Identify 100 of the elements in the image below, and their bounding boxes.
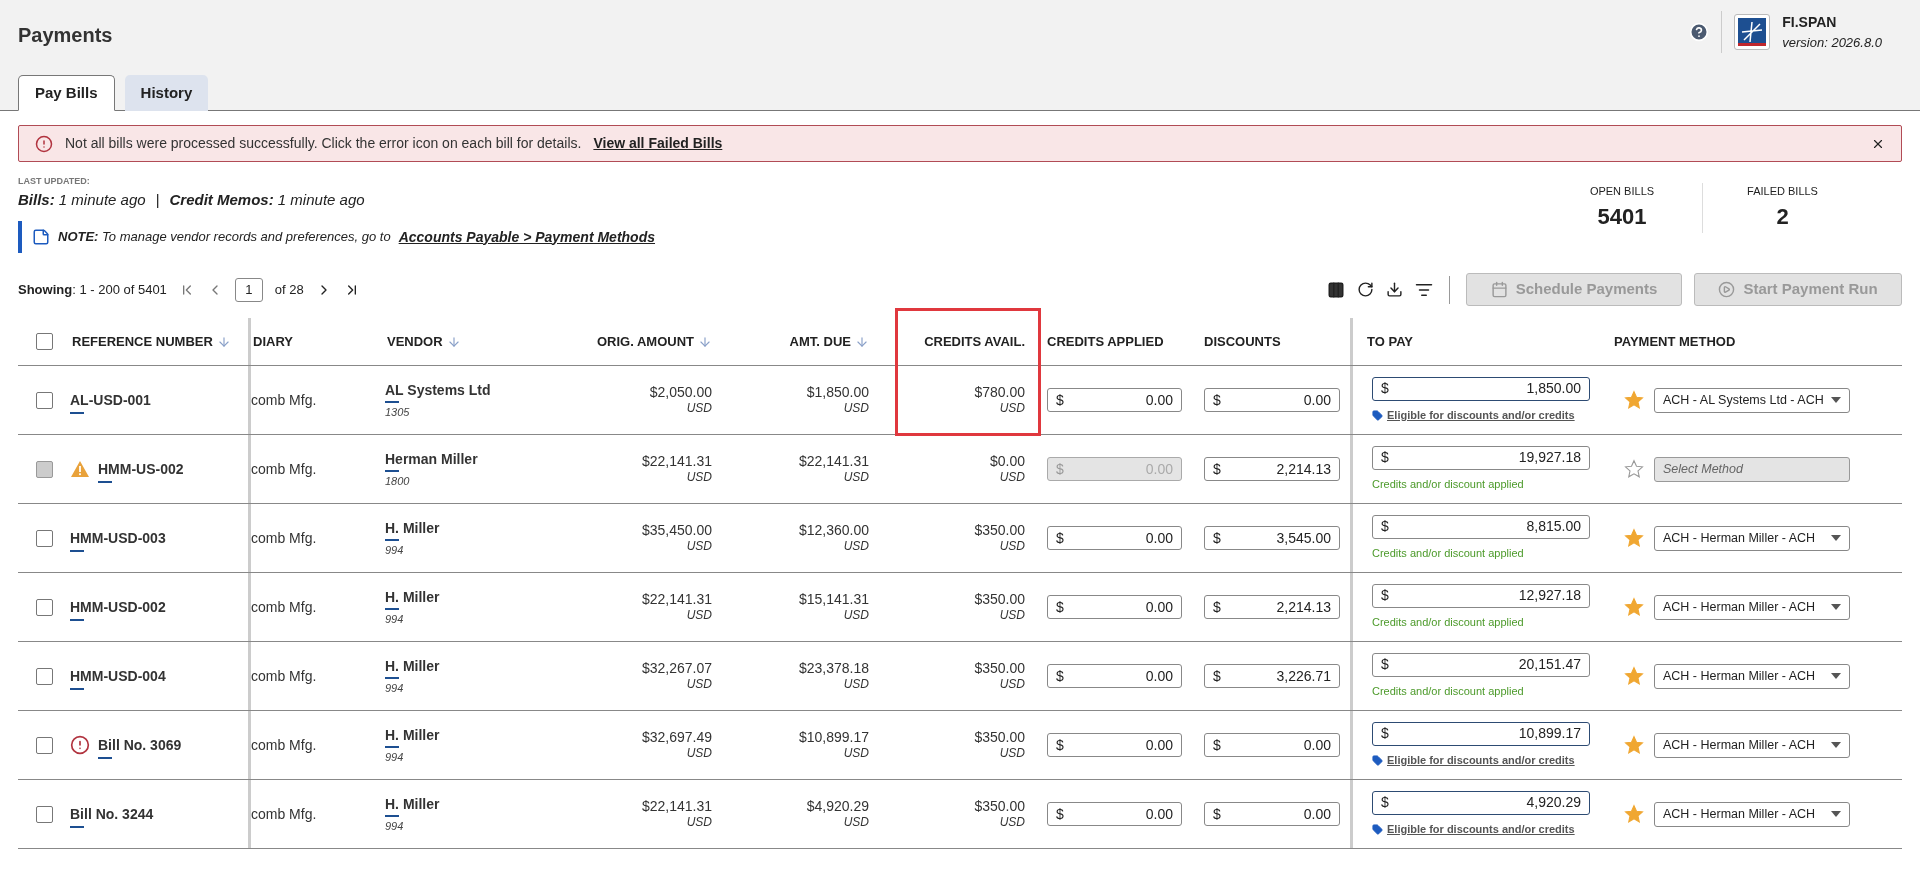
payment-method-select[interactable]: ACH - Herman Miller - ACH	[1654, 801, 1850, 827]
star-icon[interactable]	[1624, 804, 1644, 824]
amount-field[interactable]: $ 3,226.71	[1204, 664, 1340, 688]
column-header[interactable]: VENDOR	[387, 331, 461, 352]
amount-field[interactable]: $ 0.00	[1047, 664, 1182, 688]
star-icon[interactable]	[1624, 735, 1644, 755]
sort-icon	[698, 334, 712, 349]
amount-field[interactable]: $ 1,850.00	[1372, 376, 1590, 401]
amount-text: $32,267.07	[641, 660, 712, 676]
amount-field[interactable]: $ 2,214.13	[1204, 457, 1340, 481]
diary-text: comb Mfg.	[251, 804, 318, 824]
amount-field[interactable]: $ 2,214.13	[1204, 595, 1340, 619]
amount-field[interactable]: $ 3,545.00	[1204, 526, 1340, 550]
caret-icon	[1831, 604, 1841, 610]
vendor-link[interactable]: AL Systems Ltd	[385, 379, 491, 401]
currency-text: USD	[999, 676, 1025, 692]
vendor-link[interactable]: H. Miller	[385, 586, 440, 608]
amount-field[interactable]: $ 20,151.47	[1372, 652, 1590, 677]
column-header: CREDITS AVAIL.	[924, 332, 1025, 351]
reference-link[interactable]: AL-USD-001	[70, 389, 151, 411]
stat-value: 2	[1776, 202, 1789, 231]
star-icon[interactable]	[1624, 666, 1644, 686]
failed-bills-link[interactable]: View all Failed Bills	[593, 133, 723, 154]
column-header[interactable]: AMT. DUE	[789, 331, 869, 352]
vendor-link[interactable]: H. Miller	[385, 517, 440, 539]
amount-field[interactable]: $ 0.00	[1204, 802, 1340, 826]
amount-field[interactable]: $ 10,899.17	[1372, 721, 1590, 746]
error-icon[interactable]	[70, 735, 90, 755]
star-icon[interactable]	[1624, 597, 1644, 617]
payment-method-select[interactable]: ACH - Herman Miller - ACH	[1654, 594, 1850, 620]
row-checkbox[interactable]	[35, 391, 53, 409]
amount-field[interactable]: $ 0.00	[1204, 733, 1340, 757]
version-text: version: 2026.8.0	[1782, 33, 1882, 52]
vendor-link[interactable]: H. Miller	[385, 724, 440, 746]
row-checkbox[interactable]	[35, 667, 53, 685]
separator-text: |	[155, 189, 160, 210]
amount-text: $15,141.31	[798, 591, 869, 607]
column-header: DISCOUNTS	[1204, 332, 1281, 351]
diary-text: comb Mfg.	[251, 528, 318, 548]
star-icon[interactable]	[1624, 390, 1644, 410]
tab[interactable]: History	[124, 75, 209, 111]
eligible-link[interactable]: Eligible for discounts and/or credits	[1387, 751, 1575, 769]
reference-link[interactable]: HMM-USD-004	[70, 665, 166, 687]
columns-icon[interactable]	[1327, 280, 1345, 299]
reference-link[interactable]: HMM-USD-003	[70, 527, 166, 549]
row-checkbox[interactable]	[35, 736, 53, 754]
vendor-link[interactable]: H. Miller	[385, 793, 440, 815]
star-icon[interactable]	[1624, 528, 1644, 548]
stat-label: OPEN BILLS	[1589, 184, 1655, 199]
payment-method-select[interactable]: ACH - Herman Miller - ACH	[1654, 732, 1850, 758]
refresh-icon[interactable]	[1357, 281, 1374, 298]
vendor-link[interactable]: Herman Miller	[385, 448, 478, 470]
amount-field[interactable]: $ 0.00	[1047, 733, 1182, 757]
download-icon[interactable]	[1386, 281, 1403, 298]
eligible-link[interactable]: Eligible for discounts and/or credits	[1387, 406, 1575, 424]
column-header[interactable]: ORIG. AMOUNT	[597, 331, 712, 352]
row-checkbox[interactable]	[35, 529, 53, 547]
vendor-id-text: 994	[385, 749, 405, 765]
amount-field[interactable]: $ 0.00	[1047, 802, 1182, 826]
column-header[interactable]: REFERENCE NUMBER	[72, 331, 231, 352]
currency-text: USD	[999, 814, 1025, 830]
payment-method-select[interactable]: ACH - Herman Miller - ACH	[1654, 663, 1850, 689]
amount-field[interactable]: $ 0.00	[1204, 388, 1340, 412]
amount-field[interactable]: $ 4,920.29	[1372, 790, 1590, 815]
amount-field[interactable]: $ 0.00	[1047, 388, 1182, 412]
reference-link[interactable]: Bill No. 3069	[98, 734, 182, 756]
reference-link[interactable]: HMM-US-002	[98, 458, 184, 480]
caret-icon	[1831, 742, 1841, 748]
help-icon[interactable]	[1689, 22, 1710, 42]
amount-field[interactable]: $ 8,815.00	[1372, 514, 1590, 539]
payment-method-select[interactable]: ACH - Herman Miller - ACH	[1654, 525, 1850, 551]
vendor-link[interactable]: H. Miller	[385, 655, 440, 677]
amount-text: $22,141.31	[641, 798, 712, 814]
amount-field[interactable]: $ 0.00	[1047, 526, 1182, 550]
row-checkbox[interactable]	[35, 598, 53, 616]
caret-icon	[1831, 811, 1841, 817]
amount-text: $22,141.31	[798, 453, 869, 469]
reference-link[interactable]: Bill No. 3244	[70, 803, 154, 825]
caret-icon	[1831, 535, 1841, 541]
reference-link[interactable]: HMM-USD-002	[70, 596, 166, 618]
currency-text: USD	[999, 400, 1025, 416]
tab[interactable]: Pay Bills	[18, 75, 115, 111]
payment-method-select[interactable]: ACH - AL Systems Ltd - ACH	[1654, 387, 1850, 413]
select-all-checkbox[interactable]	[35, 333, 53, 350]
eligible-link[interactable]: Eligible for discounts and/or credits	[1387, 820, 1575, 838]
amount-field[interactable]: $ 0.00	[1047, 595, 1182, 619]
payment-methods-link[interactable]: Accounts Payable > Payment Methods	[398, 226, 655, 248]
currency-text: USD	[999, 469, 1025, 485]
amount-text: $35,450.00	[641, 522, 712, 538]
amount-field[interactable]: $ 12,927.18	[1372, 583, 1590, 608]
row-checkbox[interactable]	[35, 805, 53, 823]
currency-text: USD	[843, 814, 869, 830]
amount-text: $10,899.17	[798, 729, 869, 745]
stat-value: 5401	[1597, 202, 1647, 231]
amount-field[interactable]: $ 19,927.18	[1372, 445, 1590, 470]
applied-text: Credits and/or discount applied	[1372, 683, 1525, 699]
page-field[interactable]: 1	[234, 277, 263, 302]
currency-text: USD	[999, 607, 1025, 623]
currency-text: USD	[843, 607, 869, 623]
amount-text: $22,141.31	[641, 453, 712, 469]
